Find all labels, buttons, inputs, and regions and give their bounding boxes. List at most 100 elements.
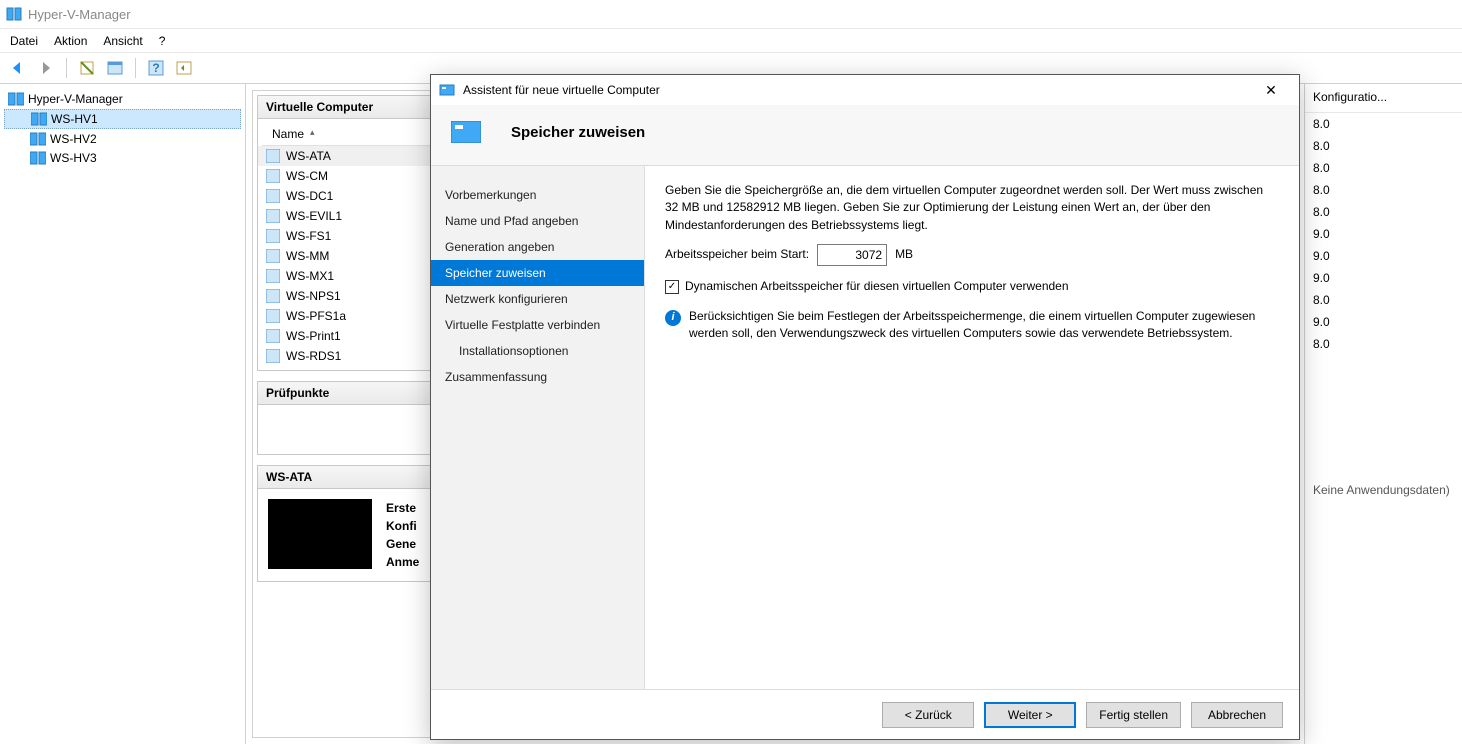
vm-icon [266, 269, 280, 283]
properties-button[interactable] [103, 56, 127, 80]
vm-name: WS-EVIL1 [286, 209, 342, 223]
tree-host[interactable]: WS-HV2 [4, 130, 241, 148]
col-config-header[interactable]: Konfiguratio... [1305, 84, 1462, 113]
config-value: 9.0 [1305, 267, 1462, 289]
vm-name: WS-ATA [286, 149, 331, 163]
back-button[interactable] [6, 56, 30, 80]
wizard-hero-title: Speicher zuweisen [511, 124, 645, 141]
svg-text:?: ? [152, 61, 159, 75]
wizard-footer: < Zurück Weiter > Fertig stellen Abbrech… [431, 689, 1299, 739]
config-value: 9.0 [1305, 245, 1462, 267]
memory-unit: MB [895, 246, 913, 263]
vm-icon [266, 289, 280, 303]
forward-button[interactable] [34, 56, 58, 80]
wizard-step[interactable]: Netzwerk konfigurieren [431, 286, 644, 312]
config-value: 9.0 [1305, 223, 1462, 245]
vm-icon [266, 189, 280, 203]
dynamic-memory-checkbox[interactable]: ✓ [665, 280, 679, 294]
tree-host-label: WS-HV2 [50, 132, 97, 146]
wizard-content: Geben Sie die Speichergröße an, die dem … [645, 166, 1299, 689]
memory-input[interactable] [817, 244, 887, 266]
wizard-step[interactable]: Virtuelle Festplatte verbinden [431, 312, 644, 338]
memory-label: Arbeitsspeicher beim Start: [665, 246, 809, 263]
new-vm-wizard: Assistent für neue virtuelle Computer ✕ … [430, 74, 1300, 740]
vm-icon [266, 229, 280, 243]
menubar: Datei Aktion Ansicht ? [0, 28, 1462, 52]
manager-icon [8, 92, 24, 106]
close-button[interactable]: ✕ [1251, 82, 1291, 99]
sort-indicator-icon: ▴ [310, 127, 315, 141]
help-button[interactable]: ? [144, 56, 168, 80]
menu-view[interactable]: Ansicht [103, 34, 142, 48]
vm-name: WS-RDS1 [286, 349, 341, 363]
vm-icon [266, 169, 280, 183]
vm-name: WS-NPS1 [286, 289, 341, 303]
config-value: 8.0 [1305, 333, 1462, 355]
wizard-step[interactable]: Vorbemerkungen [431, 182, 644, 208]
config-value: 9.0 [1305, 311, 1462, 333]
vm-name: WS-Print1 [286, 329, 341, 343]
vm-name: WS-PFS1a [286, 309, 346, 323]
tree-root[interactable]: Hyper-V-Manager [4, 90, 241, 108]
server-icon [31, 112, 47, 126]
info-icon: i [665, 310, 681, 326]
detail-config: Konfi [386, 517, 419, 535]
show-hide-tree-button[interactable] [75, 56, 99, 80]
wizard-step[interactable]: Installationsoptionen [431, 338, 644, 364]
vm-name: WS-DC1 [286, 189, 333, 203]
vm-icon [266, 149, 280, 163]
config-value: 8.0 [1305, 157, 1462, 179]
app-title: Hyper-V-Manager [28, 7, 131, 22]
menu-action[interactable]: Aktion [54, 34, 87, 48]
menu-help[interactable]: ? [159, 34, 166, 48]
wizard-step-active[interactable]: Speicher zuweisen [431, 260, 644, 286]
wizard-step[interactable]: Zusammenfassung [431, 364, 644, 390]
wizard-icon [439, 82, 455, 98]
wizard-step[interactable]: Generation angeben [431, 234, 644, 260]
wizard-steps: Vorbemerkungen Name und Pfad angeben Gen… [431, 166, 645, 689]
refresh-button[interactable] [172, 56, 196, 80]
vm-name: WS-MX1 [286, 269, 334, 283]
navigation-tree: Hyper-V-Manager WS-HV1 WS-HV2 WS-HV3 [0, 84, 246, 744]
wizard-title: Assistent für neue virtuelle Computer [463, 83, 660, 97]
vm-name: WS-CM [286, 169, 328, 183]
next-button[interactable]: Weiter > [984, 702, 1076, 728]
config-value: 8.0 [1305, 289, 1462, 311]
app-icon [6, 6, 22, 22]
server-icon [30, 151, 46, 165]
vm-icon [266, 249, 280, 263]
detail-created: Erste [386, 499, 419, 517]
server-icon [30, 132, 46, 146]
detail-gen: Gene [386, 535, 419, 553]
config-value: 8.0 [1305, 179, 1462, 201]
hero-icon [451, 121, 481, 143]
tree-host-label: WS-HV3 [50, 151, 97, 165]
dynamic-memory-label: Dynamischen Arbeitsspeicher für diesen v… [685, 278, 1069, 295]
config-value: 8.0 [1305, 201, 1462, 223]
back-button[interactable]: < Zurück [882, 702, 974, 728]
vm-icon [266, 309, 280, 323]
vm-icon [266, 209, 280, 223]
finish-button[interactable]: Fertig stellen [1086, 702, 1181, 728]
col-name: Name [272, 127, 304, 141]
wizard-hero: Speicher zuweisen [431, 105, 1299, 166]
tree-host[interactable]: WS-HV3 [4, 149, 241, 167]
toolbar-separator [66, 58, 67, 78]
wizard-info-text: Berücksichtigen Sie beim Festlegen der A… [689, 308, 1279, 343]
tree-host[interactable]: WS-HV1 [4, 109, 241, 129]
vm-thumbnail[interactable] [268, 499, 372, 569]
vm-name: WS-FS1 [286, 229, 331, 243]
config-column: Konfiguratio... 8.0 8.0 8.0 8.0 8.0 9.0 … [1304, 84, 1462, 744]
wizard-step[interactable]: Name und Pfad angeben [431, 208, 644, 234]
vm-name: WS-MM [286, 249, 329, 263]
config-value: 8.0 [1305, 113, 1462, 135]
no-cluster-note: Keine Anwendungsdaten) [1305, 475, 1462, 505]
wizard-titlebar[interactable]: Assistent für neue virtuelle Computer ✕ [431, 75, 1299, 105]
config-value: 8.0 [1305, 135, 1462, 157]
menu-file[interactable]: Datei [10, 34, 38, 48]
tree-root-label: Hyper-V-Manager [28, 92, 123, 106]
wizard-description: Geben Sie die Speichergröße an, die dem … [665, 182, 1279, 234]
toolbar-separator [135, 58, 136, 78]
vm-icon [266, 329, 280, 343]
cancel-button[interactable]: Abbrechen [1191, 702, 1283, 728]
